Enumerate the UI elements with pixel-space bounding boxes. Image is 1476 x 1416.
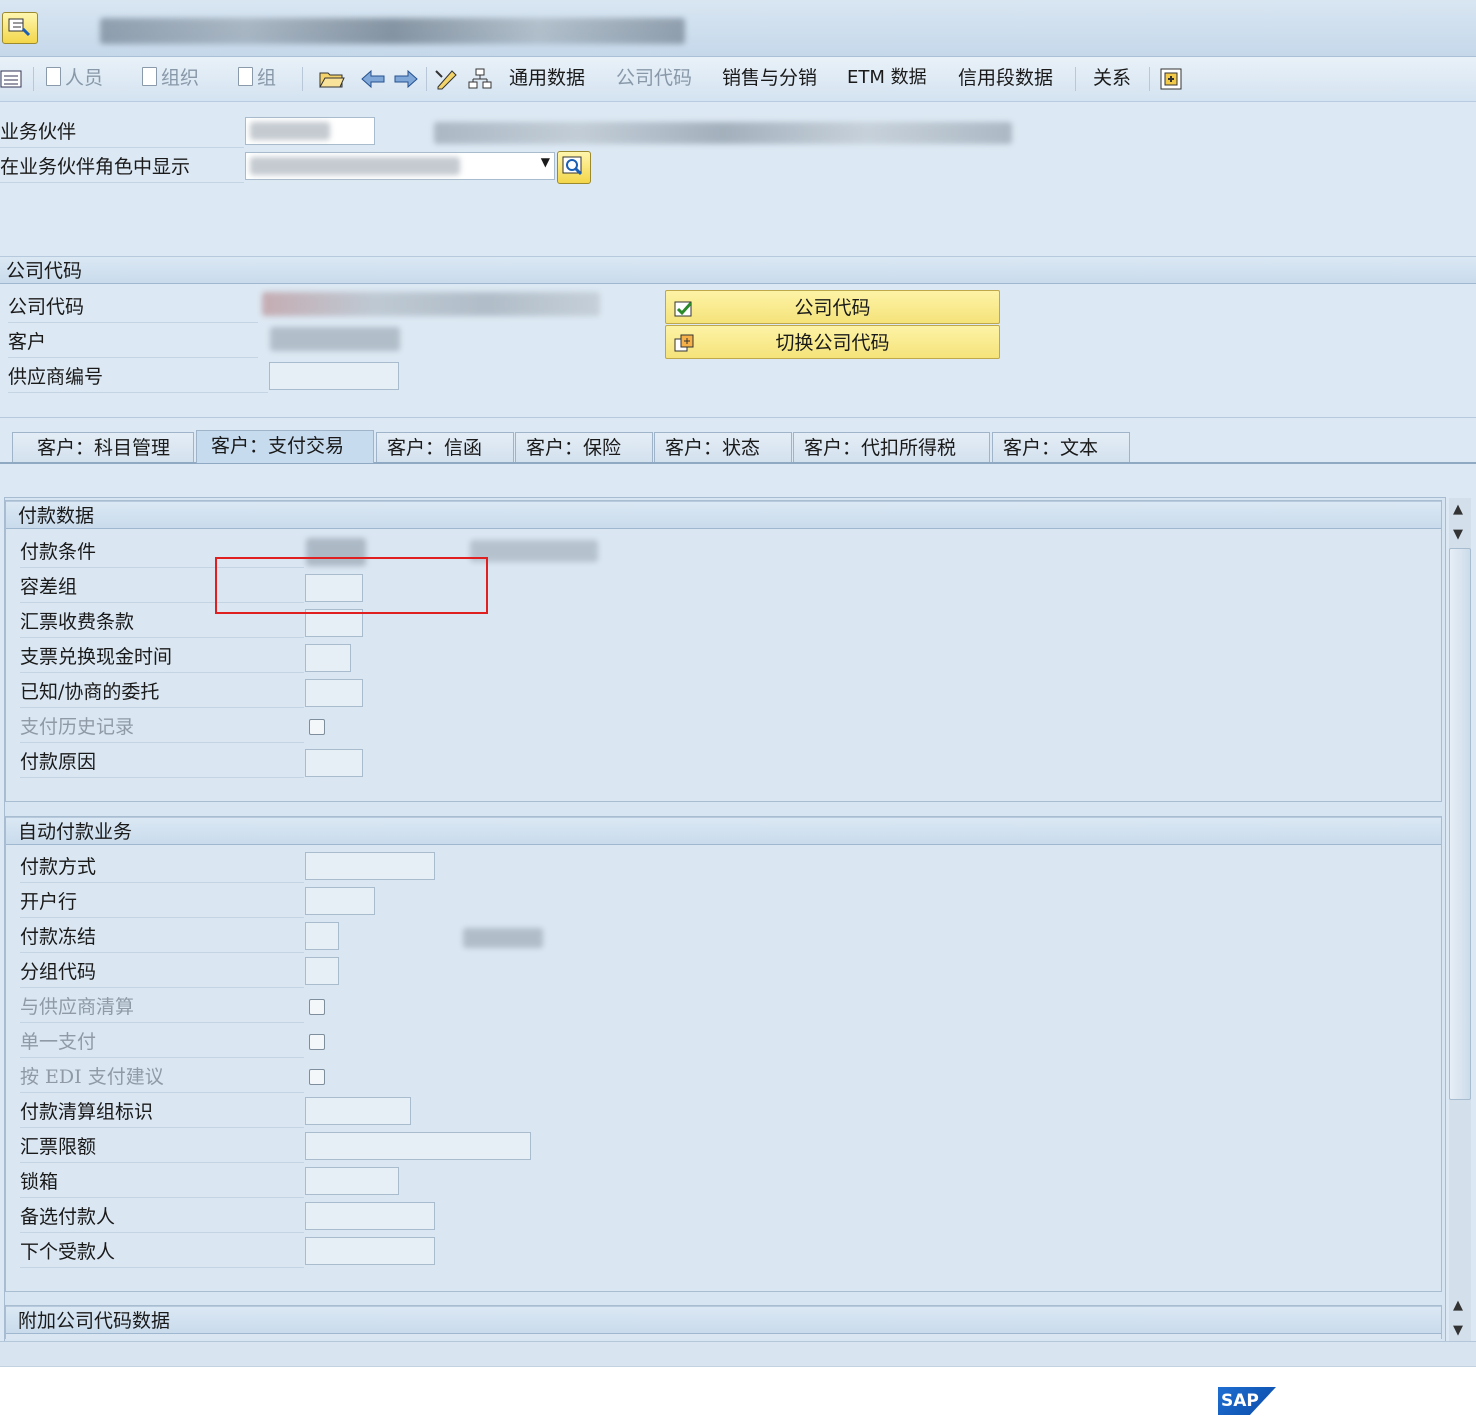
known-negotiated-leave-label: 已知/协商的委托 (20, 677, 304, 708)
grouping-key-field[interactable] (305, 957, 339, 985)
tab-correspondence[interactable]: 客户：信函 (376, 432, 514, 462)
document-icon (142, 67, 157, 86)
clearing-with-vendor-checkbox[interactable] (309, 999, 325, 1015)
lockbox-field[interactable] (305, 1167, 399, 1195)
relationships-button[interactable]: 关系 (1093, 63, 1131, 93)
business-partner-description-redacted (434, 122, 1012, 144)
title-bar (0, 0, 1476, 57)
individual-payment-label: 单一支付 (20, 1027, 304, 1058)
scroll-page-up-icon[interactable]: ▲ (1453, 1298, 1463, 1313)
known-negotiated-leave-field[interactable] (305, 679, 363, 707)
role-details-icon[interactable] (557, 151, 591, 184)
app-menu-icon[interactable] (2, 12, 38, 44)
clearing-with-vendor-label: 与供应商清算 (20, 992, 304, 1023)
next-payee-label: 下个受款人 (20, 1237, 304, 1268)
clearing-group-id-label: 付款清算组标识 (20, 1097, 304, 1128)
next-payee-field[interactable] (305, 1237, 435, 1265)
payment-advice-by-edi-checkbox[interactable] (309, 1069, 325, 1085)
customer-label: 客户 (8, 327, 258, 358)
individual-payment-checkbox[interactable] (309, 1034, 325, 1050)
chevron-down-icon[interactable]: ▼ (541, 155, 550, 169)
switch-company-code-button[interactable]: 切换公司代码 (665, 325, 1000, 359)
highlight-box (215, 557, 488, 614)
house-bank-label: 开户行 (20, 887, 304, 918)
etm-data-button[interactable]: ETM 数据 (847, 63, 927, 93)
payment-methods-field[interactable] (305, 852, 435, 880)
scroll-page-down-icon[interactable]: ▼ (1453, 1323, 1463, 1338)
tab-withholding-tax[interactable]: 客户：代扣所得税 (793, 432, 990, 462)
company-code-value-redacted (262, 292, 600, 316)
redacted-value (250, 157, 460, 175)
redacted-value (250, 122, 330, 140)
company-code-section-header: 公司代码 (0, 256, 1476, 284)
payment-history-checkbox[interactable] (309, 719, 325, 735)
payment-block-field[interactable] (305, 922, 339, 950)
tab-insurance[interactable]: 客户：保险 (515, 432, 653, 462)
scroll-down-icon[interactable]: ▼ (1453, 527, 1463, 542)
payment-advice-by-edi-label: 按 EDI 支付建议 (20, 1062, 304, 1093)
customer-value-redacted (270, 327, 400, 351)
business-partner-field[interactable] (245, 117, 375, 145)
scroll-up-icon[interactable]: ▲ (1453, 502, 1463, 517)
payment-block-description-redacted (463, 928, 543, 948)
check-cashing-time-label: 支票兑换现金时间 (20, 642, 304, 673)
change-display-icon[interactable] (434, 63, 462, 93)
company-code-button[interactable]: 公司代码 (665, 290, 1000, 324)
organization-button[interactable]: 组织 (142, 63, 199, 93)
payment-methods-label: 付款方式 (20, 852, 304, 883)
payment-data-header: 付款数据 (6, 501, 1441, 529)
tab-payment-transactions[interactable]: 客户：支付交易 (196, 430, 374, 463)
list-icon[interactable] (0, 63, 22, 93)
check-cashing-time-field[interactable] (305, 644, 351, 672)
automatic-payment-header: 自动付款业务 (6, 817, 1441, 845)
payment-block-label: 付款冻结 (20, 922, 304, 953)
tab-text[interactable]: 客户：文本 (992, 432, 1130, 462)
arrow-left-icon[interactable] (360, 63, 386, 93)
scrollbar-thumb[interactable] (1449, 548, 1471, 1100)
open-folder-icon[interactable] (318, 63, 346, 93)
alternative-payer-field[interactable] (305, 1202, 435, 1230)
bill-limit-label: 汇票限额 (20, 1132, 304, 1163)
payment-reason-label: 付款原因 (20, 747, 304, 778)
house-bank-field[interactable] (305, 887, 375, 915)
tab-account-management[interactable]: 客户：科目管理 (12, 432, 194, 462)
payment-reason-field[interactable] (305, 749, 363, 777)
other-functions-icon[interactable] (1158, 63, 1184, 93)
alternative-payer-label: 备选付款人 (20, 1202, 304, 1233)
hierarchy-icon[interactable] (467, 63, 493, 93)
application-toolbar: 人员 组织 组 通用数据 公司代码 销售与分销 ETM 数据 信用段数据 关系 (0, 57, 1476, 102)
lockbox-label: 锁箱 (20, 1167, 304, 1198)
general-data-button[interactable]: 通用数据 (509, 63, 585, 93)
sales-distribution-button[interactable]: 销售与分销 (722, 63, 817, 93)
status-bar (0, 1341, 1476, 1367)
additional-company-code-header: 附加公司代码数据 (6, 1306, 1441, 1334)
document-icon (238, 67, 253, 86)
vendor-number-label: 供应商编号 (8, 362, 268, 393)
clearing-group-id-field[interactable] (305, 1097, 411, 1125)
group-button[interactable]: 组 (238, 63, 276, 93)
grouping-key-label: 分组代码 (20, 957, 304, 988)
display-in-role-label: 在业务伙伴角色中显示 (0, 152, 244, 183)
company-code-toolbar-button[interactable]: 公司代码 (616, 63, 692, 93)
vendor-number-field[interactable] (269, 362, 399, 390)
person-button[interactable]: 人员 (46, 63, 103, 93)
window-title-redacted (100, 18, 685, 44)
company-code-label: 公司代码 (8, 292, 258, 323)
business-partner-label: 业务伙伴 (0, 117, 244, 148)
role-dropdown[interactable]: ▼ (245, 152, 555, 180)
payment-terms-description-redacted (470, 540, 598, 562)
payment-history-label: 支付历史记录 (20, 712, 304, 743)
switch-icon (672, 332, 696, 366)
bill-limit-field[interactable] (305, 1132, 531, 1160)
document-icon (46, 67, 61, 86)
arrow-right-icon[interactable] (393, 63, 419, 93)
credit-segment-data-button[interactable]: 信用段数据 (958, 63, 1053, 93)
tab-status[interactable]: 客户：状态 (654, 432, 792, 462)
additional-company-code-group: 附加公司代码数据 (5, 1305, 1442, 1339)
